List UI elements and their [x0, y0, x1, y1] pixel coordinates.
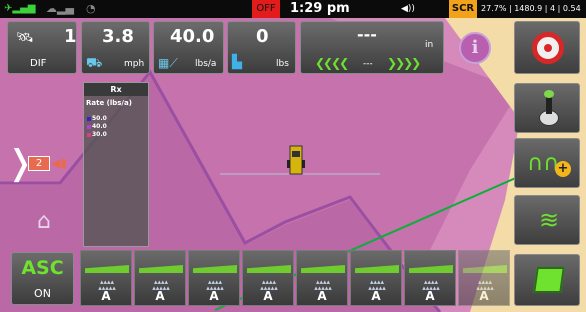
asc-button[interactable]: ASC ON	[11, 252, 74, 305]
section-button[interactable]: ▴▴▴▴ ▴▴▴▴▴ A	[458, 250, 510, 306]
legend-swatch	[87, 124, 91, 129]
section-button[interactable]: ▴▴▴▴ ▴▴▴▴▴ A	[188, 250, 240, 306]
steering-wheel-icon	[532, 32, 564, 64]
section-button[interactable]: ▴▴▴▴ ▴▴▴▴▴ A	[80, 250, 132, 306]
section-button[interactable]: ▴▴▴▴ ▴▴▴▴▴ A	[134, 250, 186, 306]
gps-correction: DIF	[30, 58, 47, 69]
signal-icon: ✈▂▄▆	[4, 3, 36, 14]
tank-icon: ▙	[232, 55, 242, 70]
camera-count: 2	[28, 156, 50, 171]
steer-right-icon: ❯❯❯❯	[387, 56, 421, 70]
section-control-bar: ▴▴▴▴ ▴▴▴▴▴ A ▴▴▴▴ ▴▴▴▴▴ A ▴▴▴▴ ▴▴▴▴▴ A ▴▴▴▴ ▴▴▴…	[80, 250, 510, 307]
satellite-icon: 🛰	[16, 30, 34, 46]
legend-swatch	[87, 132, 91, 137]
section-mode: A	[479, 289, 489, 303]
section-mode: A	[209, 289, 219, 303]
rate-value: 40.0	[170, 26, 215, 47]
guidance-offset: ---	[363, 59, 373, 69]
steer-left-icon: ❮❮❮❮	[315, 56, 349, 70]
section-button[interactable]: ▴▴▴▴ ▴▴▴▴▴ A	[350, 250, 402, 306]
volume-icon[interactable]: ◀))	[401, 0, 415, 18]
gps-satellite-count: 1	[64, 26, 77, 47]
camera-icon: ◀▮	[51, 156, 67, 170]
boundary-button[interactable]: ≋	[514, 195, 580, 245]
autosteer-button[interactable]	[514, 21, 580, 74]
legend-swatch	[87, 116, 91, 121]
status-bar: ✈▂▄▆ ☁▂▄ ◔ OFF 1:29 pm ◀)) SCR 27.7% | 1…	[0, 0, 586, 18]
boom-icon	[355, 265, 399, 273]
asc-state: ON	[34, 287, 51, 300]
rate-unit: lbs/a	[195, 59, 217, 69]
rx-legend-item: 50.0	[87, 115, 107, 122]
speed-tile[interactable]: 3.8 ⛟ mph	[81, 21, 150, 74]
section-mode: A	[425, 289, 435, 303]
section-mode: A	[101, 289, 111, 303]
cross-track-error: ---	[357, 25, 377, 44]
clock-time: 1:29 pm	[290, 1, 350, 16]
spreader-rate-icon: ▦⟋	[158, 56, 178, 70]
section-mode: A	[371, 289, 381, 303]
cross-track-unit: in	[425, 40, 434, 50]
field-map-icon	[533, 267, 565, 293]
boom-icon	[247, 265, 291, 273]
field-map-button[interactable]	[514, 254, 580, 306]
expand-panel-chevron-icon[interactable]: ❭	[6, 145, 35, 185]
rate-tile[interactable]: 40.0 ▦⟋ lbs/a	[153, 21, 224, 74]
legend-value: 50.0	[92, 115, 107, 122]
boom-icon	[193, 265, 237, 273]
boom-icon	[463, 265, 507, 273]
section-button[interactable]: ▴▴▴▴ ▴▴▴▴▴ A	[242, 250, 294, 306]
rx-legend-item: 40.0	[87, 123, 107, 130]
rx-title: Rx	[84, 83, 148, 96]
legend-value: 30.0	[92, 131, 107, 138]
speed-value: 3.8	[102, 26, 134, 47]
tractor-icon	[287, 145, 305, 175]
off-indicator: OFF	[252, 0, 280, 18]
total-tile[interactable]: 0 ▙ lbs	[227, 21, 296, 74]
guidance-tile[interactable]: --- in ❮❮❮❮ --- ❯❯❯❯	[300, 21, 444, 74]
boom-icon	[85, 265, 129, 273]
total-unit: lbs	[276, 59, 289, 69]
info-icon[interactable]: i	[459, 32, 491, 64]
section-mode: A	[155, 289, 165, 303]
total-value: 0	[256, 26, 269, 47]
camera-button[interactable]: 2 ◀▮	[28, 154, 67, 174]
guidance-screen: ✈▂▄▆ ☁▂▄ ◔ OFF 1:29 pm ◀)) SCR 27.7% | 1…	[0, 0, 586, 312]
tractor-icon: ⛟	[86, 56, 103, 71]
joystick-button[interactable]	[514, 83, 580, 133]
cellular-icon: ☁▂▄	[46, 2, 74, 15]
boom-icon	[301, 265, 345, 273]
scr-indicator[interactable]: SCR	[449, 0, 477, 18]
home-icon[interactable]: ⌂	[30, 210, 58, 234]
section-button[interactable]: ▴▴▴▴ ▴▴▴▴▴ A	[404, 250, 456, 306]
gps-tile[interactable]: 🛰 1 DIF	[7, 21, 77, 74]
section-mode: A	[263, 289, 273, 303]
legend-value: 40.0	[92, 123, 107, 130]
rx-legend-panel: Rx Rate (lbs/a) 50.0 40.0 30.0	[83, 82, 149, 247]
asc-label: ASC	[21, 257, 64, 279]
boundary-icon: ≋	[538, 206, 560, 234]
boom-icon	[139, 265, 183, 273]
rx-rate-label: Rate (lbs/a)	[86, 99, 132, 107]
wifi-icon: ◔	[86, 2, 96, 15]
speed-unit: mph	[124, 59, 145, 69]
status-stats: 27.7% | 1480.9 | 4 | 0.54	[481, 4, 581, 13]
boom-icon	[409, 265, 453, 273]
add-waypoint-button[interactable]: ∩∩ +	[514, 138, 580, 188]
rx-legend-item: 30.0	[87, 131, 107, 138]
section-mode: A	[317, 289, 327, 303]
section-button[interactable]: ▴▴▴▴ ▴▴▴▴▴ A	[296, 250, 348, 306]
